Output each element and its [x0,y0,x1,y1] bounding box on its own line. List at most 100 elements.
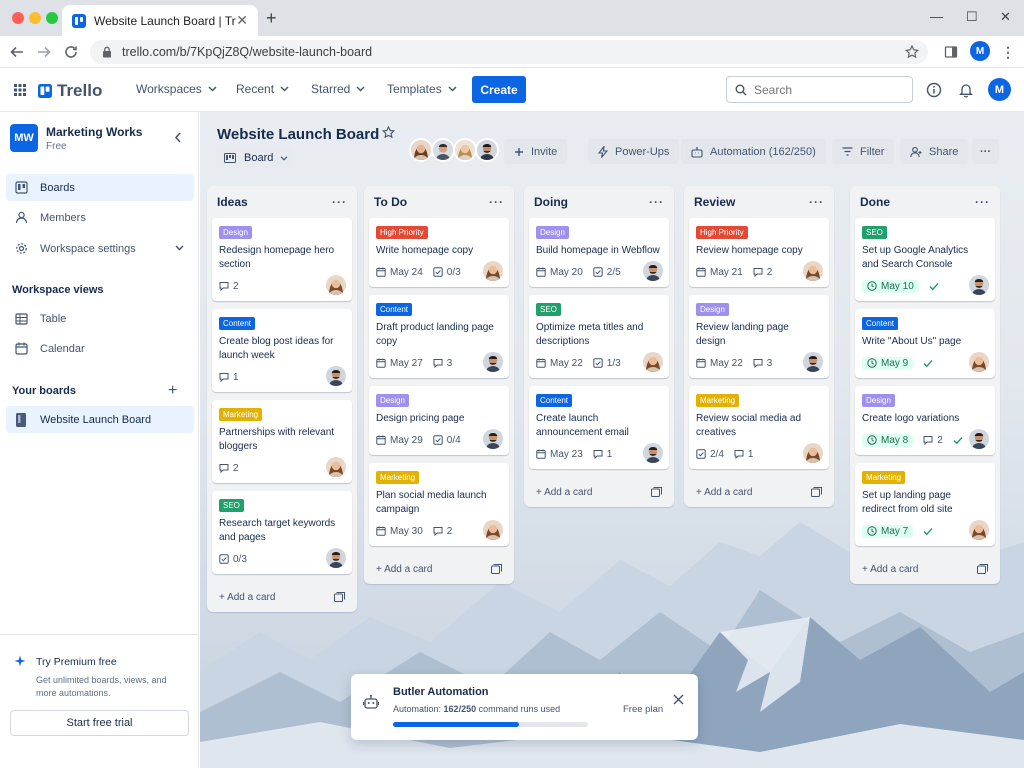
minimize-window-button[interactable] [29,12,41,24]
card[interactable]: Content Create blog post ideas for launch… [212,309,352,392]
browser-menu-icon[interactable]: ⋮ [999,43,1017,61]
member-avatar[interactable] [453,138,477,162]
list-title[interactable]: Done [860,195,890,209]
card-member-avatar[interactable] [643,443,663,463]
list-title[interactable]: Review [694,195,735,209]
card-template-icon[interactable] [334,592,345,602]
list-menu-icon[interactable]: ··· [332,195,347,209]
card-member-avatar[interactable] [969,352,989,372]
list-header[interactable]: To Do ··· [364,186,514,218]
restore-icon[interactable]: ☐ [966,9,978,25]
filter-button[interactable]: Filter [832,139,895,164]
list-title[interactable]: Ideas [217,195,248,209]
workspaces-menu[interactable]: Workspaces [136,82,217,96]
list-header[interactable]: Doing ··· [524,186,674,218]
share-button[interactable]: Share [900,139,969,164]
workspace-badge[interactable]: MW [10,124,38,152]
member-avatar[interactable] [409,138,433,162]
card[interactable]: Content Write "About Us" page May 9 [855,309,995,378]
start-free-trial-button[interactable]: Start free trial [10,710,189,736]
workspace-name[interactable]: Marketing Works [46,125,142,139]
card[interactable]: High Priority Write homepage copy May 24 0/… [369,218,509,287]
minimize-icon[interactable]: — [930,9,943,24]
sidebar-item-boards[interactable]: Boards [6,174,194,201]
close-window-button[interactable] [12,12,24,24]
card-template-icon[interactable] [811,487,822,497]
templates-menu[interactable]: Templates [387,82,457,96]
collapse-sidebar-icon[interactable] [174,132,182,143]
side-panel-icon[interactable] [942,43,960,61]
member-avatar[interactable] [431,138,455,162]
bookmark-star-icon[interactable] [903,43,921,61]
sidebar-item-members[interactable]: Members [6,204,194,231]
list-menu-icon[interactable]: ··· [649,195,664,209]
add-card-button[interactable]: + Add a card [850,554,1000,584]
add-card-button[interactable]: + Add a card [684,477,834,507]
card[interactable]: SEO Set up Google Analytics and Search Co… [855,218,995,301]
list-title[interactable]: To Do [374,195,407,209]
board-title[interactable]: Website Launch Board [217,126,379,143]
user-avatar[interactable]: M [988,78,1011,101]
add-card-button[interactable]: + Add a card [364,554,514,584]
starred-menu[interactable]: Starred [311,82,365,96]
card-member-avatar[interactable] [483,429,503,449]
add-card-button[interactable]: + Add a card [524,477,674,507]
card[interactable]: Design Review landing page design May 22 3 [689,295,829,378]
card[interactable]: Marketing Set up landing page redirect fr… [855,463,995,546]
card-member-avatar[interactable] [969,429,989,449]
card[interactable]: SEO Optimize meta titles and descriptions… [529,295,669,378]
card-member-avatar[interactable] [969,275,989,295]
list-header[interactable]: Done ··· [850,186,1000,218]
card-member-avatar[interactable] [483,520,503,540]
power-ups-button[interactable]: Power-Ups [588,139,680,164]
new-tab-icon[interactable]: + [266,8,277,29]
card[interactable]: Content Draft product landing page copy Ma… [369,295,509,378]
card-member-avatar[interactable] [483,352,503,372]
back-icon[interactable] [8,43,26,61]
add-card-button[interactable]: + Add a card [207,582,357,612]
search-input[interactable] [754,82,904,97]
add-board-icon[interactable]: + [168,382,177,400]
card-member-avatar[interactable] [326,457,346,477]
card-template-icon[interactable] [977,564,988,574]
board-more-button[interactable]: ··· [972,139,999,164]
info-icon[interactable] [924,80,944,100]
list-menu-icon[interactable]: ··· [809,195,824,209]
trello-logo[interactable]: Trello [38,81,102,101]
sidebar-item-table[interactable]: Table [6,305,194,332]
list-menu-icon[interactable]: ··· [489,195,504,209]
star-board-icon[interactable] [382,126,395,139]
board-view-switcher[interactable]: Board [216,147,293,169]
card-member-avatar[interactable] [803,443,823,463]
list-menu-icon[interactable]: ··· [975,195,990,209]
app-switcher-icon[interactable] [10,80,30,100]
card-member-avatar[interactable] [969,520,989,540]
close-tab-icon[interactable]: ✕ [236,12,248,29]
card[interactable]: Design Redesign homepage hero section 2 [212,218,352,301]
card-member-avatar[interactable] [803,352,823,372]
card-member-avatar[interactable] [643,352,663,372]
browser-profile-avatar[interactable]: M [970,41,990,61]
card-template-icon[interactable] [651,487,662,497]
close-panel-icon[interactable] [673,694,684,705]
automation-button[interactable]: Automation (162/250) [681,139,826,164]
card[interactable]: High Priority Review homepage copy May 21 2 [689,218,829,287]
card-member-avatar[interactable] [326,275,346,295]
card[interactable]: Marketing Plan social media launch campai… [369,463,509,546]
list-title[interactable]: Doing [534,195,568,209]
list-header[interactable]: Ideas ··· [207,186,357,218]
card[interactable]: Design Create logo variations May 8 2 [855,386,995,455]
notifications-bell-icon[interactable] [956,80,976,100]
recent-menu[interactable]: Recent [236,82,289,96]
list-header[interactable]: Review ··· [684,186,834,218]
create-button[interactable]: Create [472,76,526,103]
member-avatar[interactable] [475,138,499,162]
close-icon[interactable]: ✕ [1000,9,1011,25]
card-member-avatar[interactable] [803,261,823,281]
invite-button[interactable]: Invite [504,139,568,164]
card[interactable]: Marketing Partnerships with relevant blog… [212,400,352,483]
card-member-avatar[interactable] [483,261,503,281]
sidebar-item-workspace-settings[interactable]: Workspace settings [6,235,194,262]
card[interactable]: Marketing Review social media ad creative… [689,386,829,469]
card-template-icon[interactable] [491,564,502,574]
